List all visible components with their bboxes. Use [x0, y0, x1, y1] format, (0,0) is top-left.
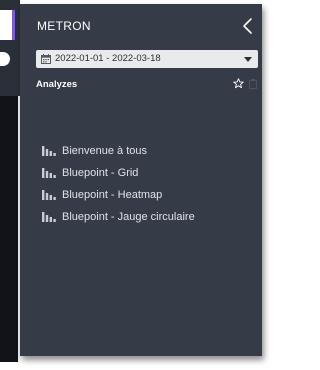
- rail-tab-active[interactable]: [0, 10, 15, 40]
- sidebar-panel: METRON 2022-01-01 - 2022-03-18 Analyzes: [20, 4, 262, 356]
- caret-down-icon: [244, 57, 252, 62]
- date-range-value: 2022-01-01 - 2022-03-18: [55, 53, 161, 64]
- dashboard-list: Bienvenue à tous Bluepoint - Grid Bluepo…: [42, 140, 252, 228]
- dashboard-item-label: Bluepoint - Jauge circulaire: [62, 211, 195, 223]
- bar-chart-icon: [42, 146, 56, 156]
- app-rail-body: [0, 96, 18, 362]
- date-range-select[interactable]: 2022-01-01 - 2022-03-18: [36, 50, 258, 68]
- calendar-icon: [41, 54, 51, 64]
- dashboard-item-label: Bluepoint - Grid: [62, 167, 139, 179]
- bar-chart-icon: [42, 190, 56, 200]
- bar-chart-icon: [42, 212, 56, 222]
- dashboard-item[interactable]: Bluepoint - Heatmap: [42, 184, 252, 206]
- dashboard-item[interactable]: Bienvenue à tous: [42, 140, 252, 162]
- chevron-left-icon[interactable]: [240, 17, 256, 35]
- app-rail: [0, 0, 20, 362]
- analyzes-section-header: Analyzes: [36, 78, 258, 94]
- star-icon[interactable]: [233, 78, 244, 89]
- sidebar-header: METRON: [20, 4, 262, 40]
- dashboard-item-label: Bluepoint - Heatmap: [62, 189, 163, 201]
- dashboard-item[interactable]: Bluepoint - Jauge circulaire: [42, 206, 252, 228]
- page: METRON 2022-01-01 - 2022-03-18 Analyzes: [0, 0, 277, 370]
- app-title: METRON: [37, 19, 91, 33]
- trash-icon[interactable]: [249, 79, 257, 89]
- bar-chart-icon: [42, 168, 56, 178]
- section-title: Analyzes: [36, 79, 78, 90]
- dashboard-item-label: Bienvenue à tous: [62, 145, 148, 157]
- dashboard-item[interactable]: Bluepoint - Grid: [42, 162, 252, 184]
